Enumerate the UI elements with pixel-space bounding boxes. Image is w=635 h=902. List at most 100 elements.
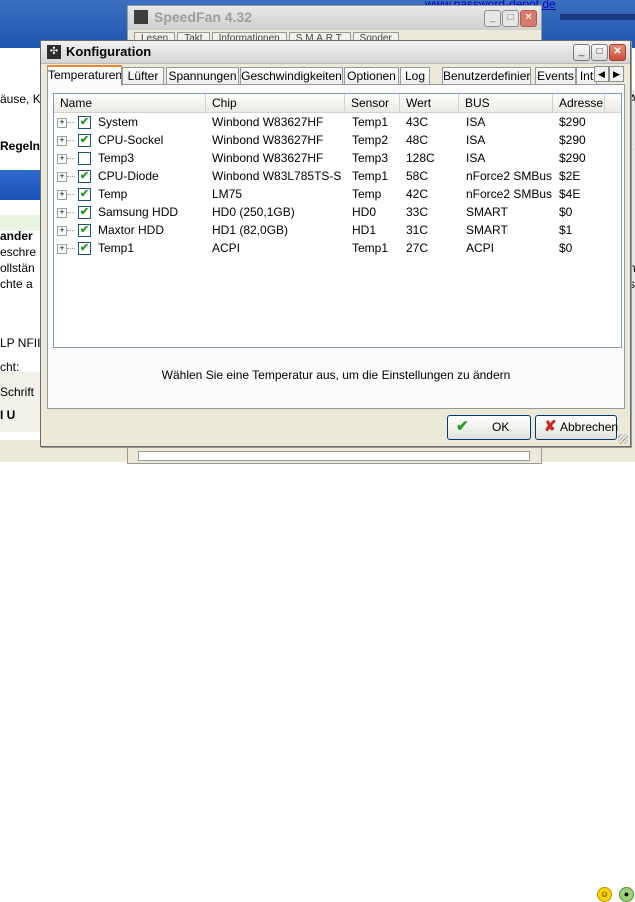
tree-connector bbox=[67, 248, 75, 249]
expand-icon[interactable]: + bbox=[57, 190, 67, 200]
cell-sensor: HD0 bbox=[352, 205, 377, 219]
cell-wert: 48C bbox=[406, 133, 429, 147]
cell-wert: 128C bbox=[406, 151, 435, 165]
konfiguration-dialog: ✣ Konfiguration _ □ ✕ Temperaturen Lüfte… bbox=[40, 40, 631, 447]
background-text-line: chte a bbox=[0, 277, 33, 291]
background-text-line: ollstän bbox=[0, 261, 35, 275]
cell-chip: LM75 bbox=[212, 187, 243, 201]
speedfan-close-button[interactable]: ✕ bbox=[520, 10, 537, 27]
expand-icon[interactable]: + bbox=[57, 154, 67, 164]
cell-sensor: Temp1 bbox=[352, 241, 389, 255]
cell-name: Samsung HDD bbox=[98, 205, 179, 219]
cell-adresse: $290 bbox=[559, 115, 586, 129]
enable-checkbox[interactable]: ✔ bbox=[78, 242, 91, 255]
column-header-wert[interactable]: Wert bbox=[400, 94, 459, 112]
cell-chip: HD1 (82,0GB) bbox=[212, 223, 289, 237]
ok-button[interactable]: ✔ OK bbox=[447, 415, 531, 440]
cell-chip: Winbond W83627HF bbox=[212, 151, 324, 165]
speedfan-titlebar[interactable]: SpeedFan 4.32 _ □ ✕ bbox=[128, 6, 541, 30]
dialog-titlebar[interactable]: ✣ Konfiguration _ □ ✕ bbox=[41, 41, 630, 64]
speedfan-title: SpeedFan 4.32 bbox=[154, 9, 253, 25]
table-row[interactable]: + ✔ Maxtor HDD HD1 (82,0GB) HD1 31C SMART $1 bbox=[54, 221, 621, 239]
tab-strip: Temperaturen Lüfter Spannungen Geschwind… bbox=[47, 65, 627, 86]
dialog-title: Konfiguration bbox=[66, 44, 152, 59]
table-row[interactable]: + ✔ CPU-Sockel Winbond W83627HF Temp2 48C ISA $… bbox=[54, 131, 621, 149]
cell-adresse: $290 bbox=[559, 133, 586, 147]
cell-chip: Winbond W83627HF bbox=[212, 115, 324, 129]
tree-connector bbox=[67, 176, 75, 177]
cell-bus: ACPI bbox=[466, 241, 495, 255]
enable-checkbox[interactable]: ✔ bbox=[78, 170, 91, 183]
cross-icon: ✘ bbox=[544, 418, 557, 435]
background-text-line: I U bbox=[0, 408, 16, 422]
background-text-line: äuse, K bbox=[0, 92, 41, 106]
expand-icon[interactable]: + bbox=[57, 118, 67, 128]
expand-icon[interactable]: + bbox=[57, 244, 67, 254]
table-row[interactable]: + ✔ System Winbond W83627HF Temp1 43C ISA $290 bbox=[54, 113, 621, 131]
background-text-line: Regeln bbox=[0, 139, 41, 153]
close-button[interactable]: ✕ bbox=[609, 44, 626, 61]
smiley-icon[interactable]: ☺ bbox=[597, 887, 612, 902]
expand-icon[interactable]: + bbox=[57, 226, 67, 236]
minimize-button[interactable]: _ bbox=[573, 44, 590, 61]
cell-chip: HD0 (250,1GB) bbox=[212, 205, 295, 219]
tab-scroll-right-button[interactable]: ▶ bbox=[609, 66, 624, 82]
column-header-chip[interactable]: Chip bbox=[206, 94, 345, 112]
table-row[interactable]: + ✔ Temp LM75 Temp 42C nForce2 SMBus $4E bbox=[54, 185, 621, 203]
table-row[interactable]: + ✔ Temp1 ACPI Temp1 27C ACPI $0 bbox=[54, 239, 621, 257]
temperature-sensor-list[interactable]: Name Chip Sensor Wert BUS Adresse + ✔ Syst… bbox=[53, 93, 622, 348]
cell-name: Temp bbox=[98, 187, 128, 201]
enable-checkbox[interactable]: ✔ bbox=[78, 134, 91, 147]
expand-icon[interactable]: + bbox=[57, 208, 67, 218]
tab-optionen[interactable]: Optionen bbox=[344, 67, 399, 85]
resize-grip[interactable] bbox=[618, 434, 628, 444]
enable-checkbox[interactable]: ✔ bbox=[78, 206, 91, 219]
cell-adresse: $0 bbox=[559, 205, 573, 219]
expand-icon[interactable]: + bbox=[57, 172, 67, 182]
cell-wert: 43C bbox=[406, 115, 429, 129]
cell-sensor: Temp1 bbox=[352, 115, 389, 129]
column-header-bus[interactable]: BUS bbox=[459, 94, 553, 112]
expand-icon[interactable]: + bbox=[57, 136, 67, 146]
speedfan-fan-icon bbox=[134, 10, 148, 24]
table-row[interactable]: + ✔ CPU-Diode Winbond W83L785TS-S Temp1 58C nF… bbox=[54, 167, 621, 185]
tab-events[interactable]: Events bbox=[535, 67, 576, 85]
cancel-button-label: Abbrechen bbox=[560, 420, 619, 434]
globe-icon[interactable]: ● bbox=[619, 887, 634, 902]
maximize-button[interactable]: □ bbox=[591, 44, 608, 61]
enable-checkbox[interactable]: ✔ bbox=[78, 188, 91, 201]
speedfan-maximize-button[interactable]: □ bbox=[502, 10, 519, 27]
table-row[interactable]: + Temp3 Winbond W83627HF Temp3 128C ISA $290 bbox=[54, 149, 621, 167]
background-text-line: LP NFII bbox=[0, 336, 41, 350]
speedfan-minimize-button[interactable]: _ bbox=[484, 10, 501, 27]
tab-temperaturen[interactable]: Temperaturen bbox=[47, 65, 122, 86]
enable-checkbox[interactable]: ✔ bbox=[78, 224, 91, 237]
enable-checkbox[interactable]: ✔ bbox=[78, 116, 91, 129]
tab-geschwindigkeiten[interactable]: Geschwindigkeiten bbox=[240, 67, 343, 85]
cell-chip: Winbond W83627HF bbox=[212, 133, 324, 147]
cancel-button[interactable]: ✘ Abbrechen bbox=[535, 415, 619, 440]
cell-wert: 42C bbox=[406, 187, 429, 201]
table-row[interactable]: + ✔ Samsung HDD HD0 (250,1GB) HD0 33C SMART $0 bbox=[54, 203, 621, 221]
cell-bus: SMART bbox=[466, 205, 508, 219]
column-header-name[interactable]: Name bbox=[54, 94, 206, 112]
cell-bus: ISA bbox=[466, 115, 486, 129]
cell-name: CPU-Diode bbox=[98, 169, 159, 183]
tab-benutzerdefiniert[interactable]: Benutzerdefiniert bbox=[442, 67, 531, 85]
background-text-line: ander bbox=[0, 229, 33, 243]
tab-luefter[interactable]: Lüfter bbox=[122, 67, 164, 85]
tab-scroll-left-button[interactable]: ◀ bbox=[594, 66, 609, 82]
tab-spannungen[interactable]: Spannungen bbox=[166, 67, 239, 85]
ok-button-label: OK bbox=[492, 420, 510, 434]
tab-log[interactable]: Log bbox=[400, 67, 430, 85]
enable-checkbox[interactable] bbox=[78, 152, 91, 165]
cell-bus: ISA bbox=[466, 151, 486, 165]
column-header-adresse[interactable]: Adresse bbox=[553, 94, 605, 112]
tree-connector bbox=[67, 122, 75, 123]
tree-connector bbox=[67, 140, 75, 141]
column-header-sensor[interactable]: Sensor bbox=[345, 94, 400, 112]
cell-wert: 58C bbox=[406, 169, 429, 183]
cell-bus: SMART bbox=[466, 223, 508, 237]
cell-name: Temp3 bbox=[98, 151, 135, 165]
fan-icon: ✣ bbox=[47, 45, 61, 59]
